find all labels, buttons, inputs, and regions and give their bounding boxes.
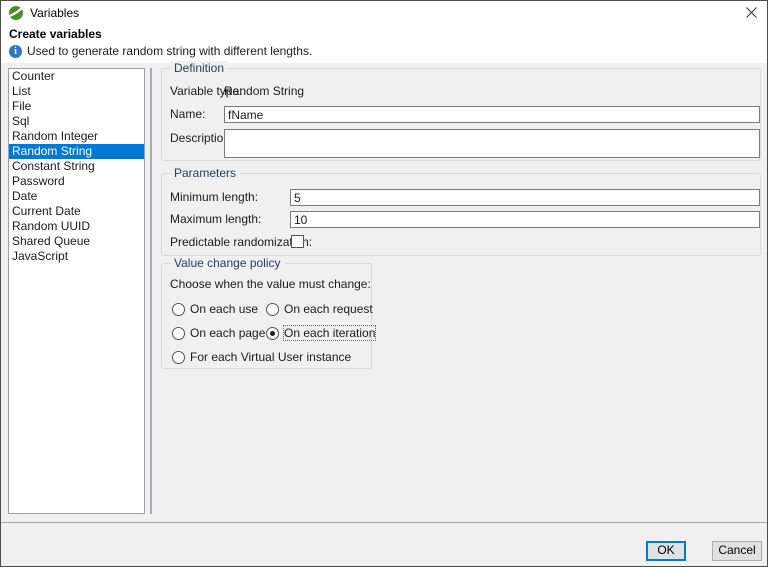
value-change-prompt: Choose when the value must change: — [170, 277, 371, 291]
radio-label: On each use — [190, 302, 259, 316]
cancel-button[interactable]: Cancel — [712, 541, 762, 561]
radio-for-each-virtual-user-instance[interactable]: For each Virtual User instance — [172, 350, 351, 364]
sidebar-item-random-uuid[interactable]: Random UUID — [9, 219, 144, 234]
sidebar-item-javascript[interactable]: JavaScript — [9, 249, 144, 264]
parameters-group: Parameters Minimum length: Maximum lengt… — [161, 166, 761, 256]
radio-label: On each iteration — [282, 325, 377, 341]
definition-group-title: Definition — [170, 61, 229, 75]
app-icon — [8, 5, 24, 21]
info-text: Used to generate random string with diff… — [27, 44, 313, 58]
sidebar-item-list[interactable]: List — [9, 84, 144, 99]
maximum-length-label: Maximum length: — [170, 212, 262, 226]
title-bar[interactable]: Variables — [1, 1, 767, 25]
radio-on-each-use[interactable]: On each use — [172, 302, 258, 316]
close-x-icon — [745, 7, 757, 18]
radio-label: For each Virtual User instance — [190, 350, 352, 364]
sidebar-item-sql[interactable]: Sql — [9, 114, 144, 129]
variables-dialog: Variables Create variables i Used to gen… — [0, 0, 768, 567]
splitter-handle[interactable] — [150, 68, 152, 514]
radio-label: On each page — [190, 326, 266, 340]
minimum-length-label: Minimum length: — [170, 190, 259, 204]
predictable-randomization-checkbox[interactable] — [291, 235, 304, 248]
parameters-group-title: Parameters — [170, 166, 241, 180]
page-title: Create variables — [9, 27, 102, 41]
sidebar-item-file[interactable]: File — [9, 99, 144, 114]
radio-icon — [266, 326, 279, 340]
close-button[interactable] — [735, 1, 767, 24]
radio-label: On each request — [284, 302, 373, 316]
radio-on-each-request[interactable]: On each request — [266, 302, 373, 316]
bottom-separator — [1, 522, 767, 523]
radio-icon — [172, 302, 185, 316]
definition-group: Definition Variable type: Random String … — [161, 61, 761, 161]
value-change-policy-group: Value change policy Choose when the valu… — [161, 256, 377, 369]
variable-type-value: Random String — [224, 84, 305, 98]
sidebar-item-counter[interactable]: Counter — [9, 69, 144, 84]
info-row: i Used to generate random string with di… — [9, 44, 312, 58]
info-circle-icon: i — [9, 44, 22, 58]
variable-type-list: Counter List File Sql Random Integer Ran… — [8, 68, 145, 514]
sidebar-item-shared-queue[interactable]: Shared Queue — [9, 234, 144, 249]
name-label: Name: — [170, 107, 206, 121]
maximum-length-field[interactable] — [290, 211, 760, 228]
sidebar-item-password[interactable]: Password — [9, 174, 144, 189]
radio-icon — [266, 302, 279, 316]
description-field[interactable] — [224, 129, 760, 158]
minimum-length-field[interactable] — [290, 189, 760, 206]
sidebar-item-date[interactable]: Date — [9, 189, 144, 204]
sidebar-item-random-string[interactable]: Random String — [9, 144, 144, 159]
sidebar-item-current-date[interactable]: Current Date — [9, 204, 144, 219]
value-change-policy-title: Value change policy — [170, 256, 285, 270]
ok-button[interactable]: OK — [646, 541, 686, 561]
radio-icon — [172, 326, 185, 340]
radio-on-each-iteration[interactable]: On each iteration — [266, 325, 377, 341]
name-field[interactable] — [224, 106, 760, 123]
sidebar-item-random-integer[interactable]: Random Integer — [9, 129, 144, 144]
radio-on-each-page[interactable]: On each page — [172, 326, 265, 340]
radio-icon — [172, 350, 185, 364]
window-title: Variables — [30, 6, 80, 20]
sidebar-item-constant-string[interactable]: Constant String — [9, 159, 144, 174]
